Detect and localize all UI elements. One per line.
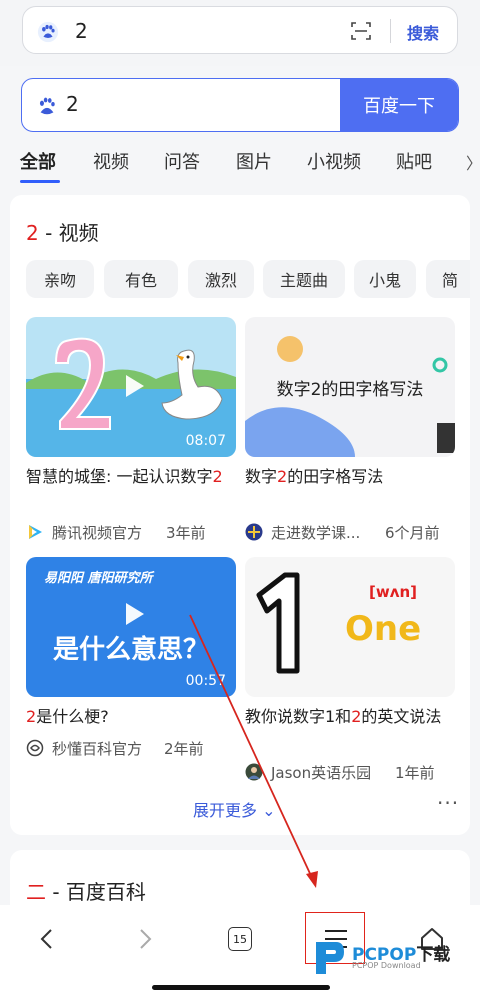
forward-button[interactable] — [125, 919, 165, 959]
search-input[interactable]: 2 — [66, 92, 79, 116]
video-time: 2年前 — [164, 740, 204, 758]
video-source: Jason英语乐园 — [271, 764, 372, 782]
browser-address-bar[interactable]: 2 搜索 — [22, 6, 458, 54]
top-search-button[interactable]: 搜索 — [407, 20, 439, 44]
video-title[interactable]: 2是什么梗? — [26, 705, 241, 729]
baike-channel-icon — [26, 739, 44, 757]
browser-top-bar: 2 搜索 — [0, 0, 480, 66]
baidu-paw-icon — [39, 97, 55, 115]
video-source: 走进数学课... — [271, 524, 361, 542]
baidu-search-button[interactable]: 百度一下 — [340, 79, 458, 131]
video-meta: Jason英语乐园 1年前 — [245, 761, 460, 783]
video-meta: 走进数学课... 6个月前 — [245, 521, 460, 543]
tab-images[interactable]: 图片 — [236, 148, 272, 174]
chip[interactable]: 简 — [426, 260, 470, 298]
video-meta: 秒懂百科官方 2年前 — [26, 737, 241, 759]
tencent-video-icon — [29, 525, 42, 539]
video-time: 1年前 — [395, 764, 435, 782]
video-title[interactable]: 数字2的田字格写法 — [245, 465, 460, 489]
related-chips: 亲吻 有色 激烈 主题曲 小鬼 简 — [26, 260, 470, 298]
video-time: 3年前 — [166, 524, 206, 542]
chip[interactable]: 主题曲 — [263, 260, 345, 298]
thumbnail-caption: One — [345, 609, 422, 649]
tab-video[interactable]: 视频 — [93, 148, 129, 174]
tabs-button[interactable]: 15 — [220, 919, 260, 959]
channel-avatar-icon — [245, 523, 263, 541]
tab-all[interactable]: 全部 — [20, 148, 56, 174]
video-duration: 08:07 — [185, 433, 226, 449]
thumbnail-top-text: 易阳阳 唐阳研究所 — [44, 571, 153, 586]
video-title[interactable]: 教你说数字1和2的英文说法 — [245, 705, 460, 729]
video-source: 腾讯视频官方 — [52, 524, 143, 542]
tab-count: 15 — [228, 927, 252, 951]
video-meta: 腾讯视频官方 3年前 — [26, 521, 241, 543]
thumbnail-caption: 是什么意思？ — [52, 635, 209, 665]
tab-qa[interactable]: 问答 — [164, 148, 200, 174]
pcpop-logo-icon — [316, 942, 344, 974]
video-thumbnail[interactable]: 数字2的田字格写法 — [245, 317, 455, 457]
more-options-button[interactable]: ··· — [437, 791, 459, 815]
chip[interactable]: 小鬼 — [354, 260, 416, 298]
divider — [390, 19, 391, 43]
chip[interactable]: 激烈 — [188, 260, 254, 298]
back-button[interactable] — [27, 919, 67, 959]
video-time: 6个月前 — [385, 524, 440, 542]
active-tab-indicator — [20, 180, 60, 183]
chevron-right-icon — [140, 929, 152, 949]
watermark-subtext: PCPOP Download — [352, 961, 421, 970]
play-icon — [126, 375, 144, 397]
card-title[interactable]: 二 - 百度百科 — [26, 876, 146, 905]
chip[interactable]: 亲吻 — [26, 260, 94, 298]
page-search-box[interactable]: 2 百度一下 — [21, 78, 459, 132]
baidu-paw-icon — [37, 21, 59, 43]
phonetic-label: [wʌn] — [369, 583, 418, 601]
tab-short-video[interactable]: 小视频 — [307, 148, 361, 174]
video-duration: 00:57 — [185, 673, 226, 689]
channel-avatar-icon — [245, 763, 263, 781]
video-thumbnail[interactable]: 08:07 — [26, 317, 236, 457]
tab-tieba[interactable]: 贴吧 — [396, 148, 432, 174]
video-result-card: 2 - 视频 亲吻 有色 激烈 主题曲 小鬼 简 08:07 智慧的城堡: 一起… — [10, 195, 470, 835]
video-source: 秒懂百科官方 — [52, 740, 143, 758]
address-query-text: 2 — [75, 19, 88, 43]
video-title[interactable]: 智慧的城堡: 一起认识数字2 — [26, 465, 241, 489]
chip[interactable]: 有色 — [104, 260, 178, 298]
video-thumbnail[interactable]: 易阳阳 唐阳研究所 是什么意思？ 00:57 — [26, 557, 236, 697]
video-thumbnail[interactable]: [wʌn] One — [245, 557, 455, 697]
chevron-left-icon — [40, 929, 52, 949]
card-title[interactable]: 2 - 视频 — [26, 217, 99, 246]
tabs-more-icon[interactable]: 〉 — [466, 150, 480, 174]
home-indicator — [152, 985, 330, 990]
expand-more-link[interactable]: 展开更多 ⌄ — [193, 797, 276, 821]
pcpop-watermark: PCPOP下载 PCPOP Download — [312, 936, 472, 980]
search-tabs: 全部 视频 问答 图片 小视频 贴吧 〉 — [0, 140, 480, 184]
thumbnail-caption: 数字2的田字格写法 — [276, 380, 424, 400]
scan-icon[interactable] — [350, 20, 372, 42]
play-icon — [126, 603, 144, 625]
